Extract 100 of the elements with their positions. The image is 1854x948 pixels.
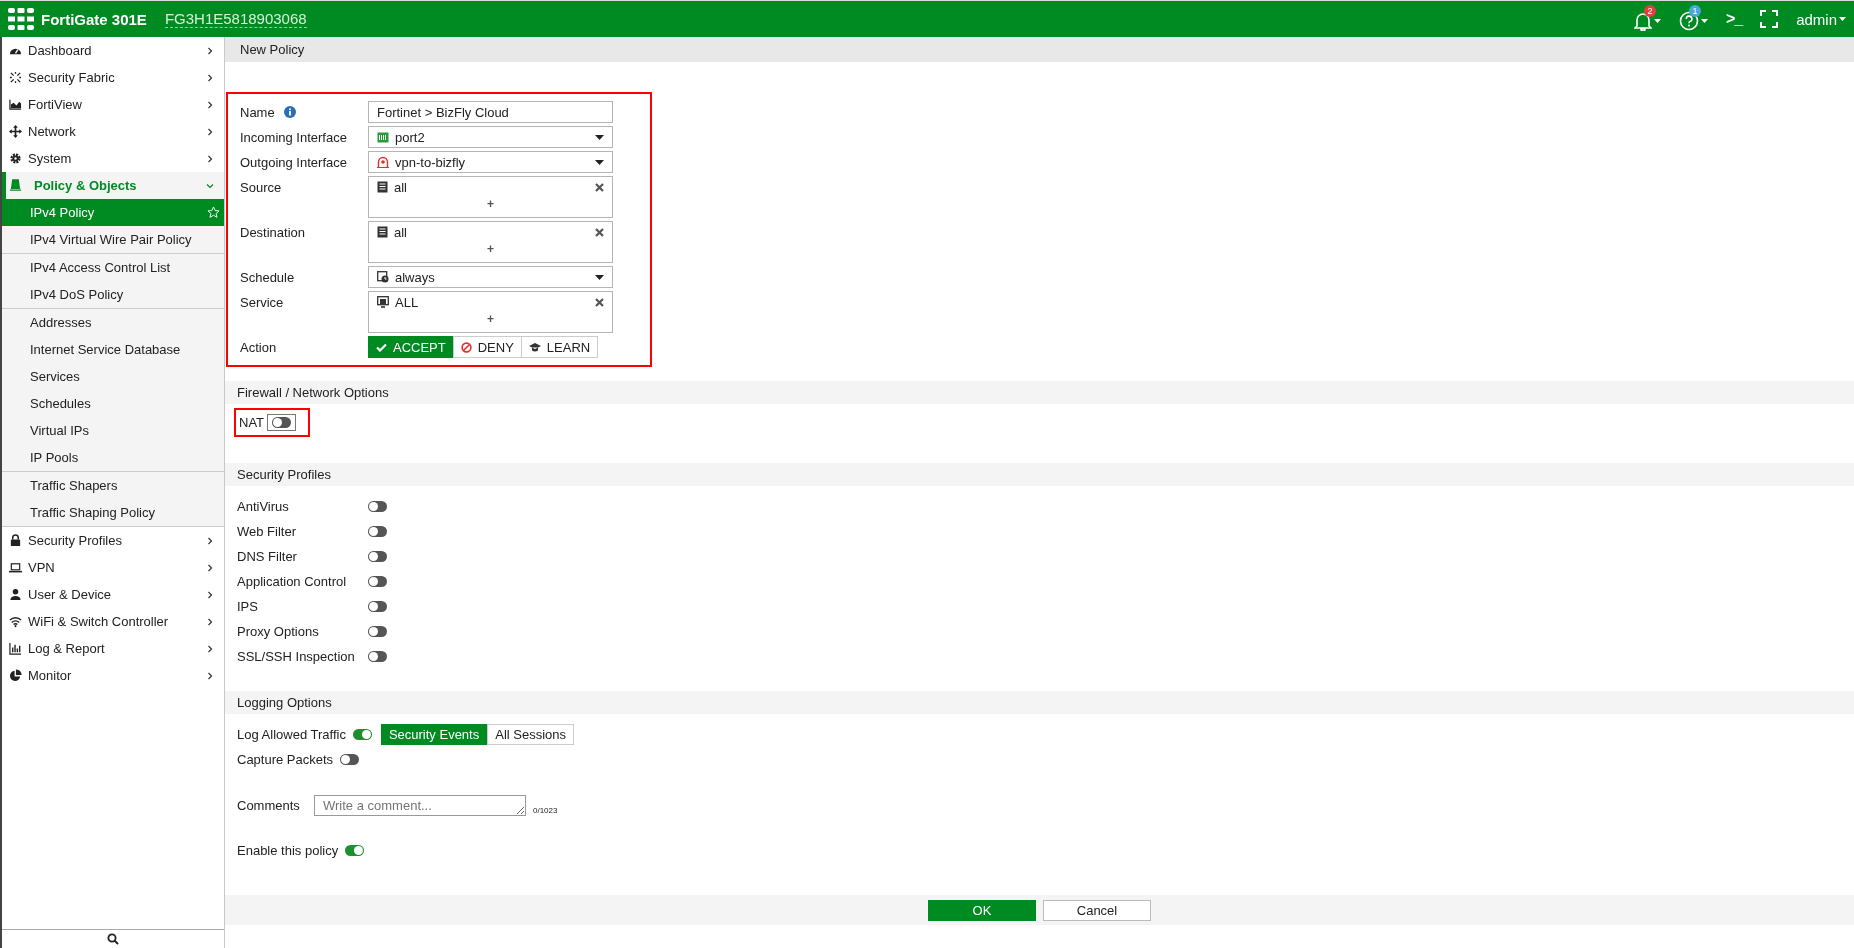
selected-entry: all	[394, 224, 408, 240]
dropdown-field[interactable]: port2	[368, 126, 613, 148]
submenu-item[interactable]: IPv4 Access Control List	[2, 254, 224, 281]
submenu-item[interactable]: IPv4 DoS Policy	[2, 281, 224, 308]
submenu-item[interactable]: Schedules	[2, 390, 224, 417]
field-label: Incoming Interface	[240, 129, 347, 145]
name-input-field[interactable]: Fortinet > BizFly Cloud	[368, 101, 613, 123]
action-option-button[interactable]: DENY	[452, 336, 522, 358]
pie-chart-icon	[9, 669, 22, 682]
star-icon[interactable]	[207, 206, 220, 219]
toggle-switch[interactable]	[368, 526, 387, 537]
submenu-item[interactable]: Traffic Shapers	[2, 472, 224, 499]
toggle-label: Web Filter	[237, 523, 297, 541]
dropdown-field[interactable]: always	[368, 266, 613, 288]
comment-field[interactable]: Write a comment...	[314, 794, 526, 816]
field-label: Name	[240, 104, 275, 120]
log-option-button[interactable]: Security Events	[380, 724, 488, 745]
field-label: Comments	[237, 797, 301, 813]
toggle-switch[interactable]	[368, 651, 387, 662]
log-option-button[interactable]: All Sessions	[487, 724, 575, 745]
sparkle-icon	[9, 71, 22, 84]
toggle-switch[interactable]	[368, 601, 387, 612]
remove-icon[interactable]	[595, 182, 604, 192]
address-list-icon	[377, 226, 388, 238]
sidebar-item[interactable]: Network	[2, 118, 224, 145]
submenu-item[interactable]: Traffic Shaping Policy	[2, 499, 224, 526]
submenu-item[interactable]: IP Pools	[2, 444, 224, 471]
add-entry-button[interactable]: +	[487, 312, 494, 326]
action-option-button[interactable]: ACCEPT	[368, 336, 454, 358]
port-icon	[377, 131, 389, 143]
calendar-clock-icon	[377, 271, 389, 283]
toggle-switch[interactable]	[368, 501, 387, 512]
toggle-switch[interactable]	[340, 754, 360, 765]
sidebar-item[interactable]: Monitor	[2, 662, 224, 689]
action-option-button[interactable]: LEARN	[520, 336, 599, 358]
submenu-item[interactable]: Virtual IPs	[2, 417, 224, 444]
toggle-label: AntiVirus	[237, 498, 290, 516]
submenu-item[interactable]: Internet Service Database	[2, 336, 224, 363]
toggle-switch[interactable]	[368, 576, 387, 587]
toggle-switch[interactable]	[345, 845, 365, 856]
toggle-switch[interactable]	[272, 417, 292, 428]
chevron-icon	[206, 181, 214, 190]
toggle-switch[interactable]	[352, 729, 372, 740]
product-name: FortiGate 301E	[41, 10, 147, 28]
checkmark-icon	[376, 342, 387, 352]
selected-entry: ALL	[395, 294, 420, 310]
area-chart-icon	[9, 98, 22, 111]
field-label: Service	[240, 294, 284, 310]
toggle-switch[interactable]	[368, 626, 387, 637]
chevron-icon	[206, 73, 214, 82]
caret-icon	[1700, 19, 1708, 23]
add-entry-button[interactable]: +	[487, 197, 494, 211]
sidebar-item[interactable]: Security Profiles	[2, 527, 224, 554]
sidebar-item[interactable]: User & Device	[2, 581, 224, 608]
sidebar-item[interactable]: FortiView	[2, 91, 224, 118]
submenu-item[interactable]: IPv4 Virtual Wire Pair Policy	[2, 226, 224, 253]
sidebar-item[interactable]: WiFi & Switch Controller	[2, 608, 224, 635]
graduation-cap-icon	[528, 342, 541, 352]
chevron-icon	[206, 154, 214, 163]
field-label: Source	[240, 179, 282, 195]
ok-button[interactable]: OK	[928, 899, 1036, 921]
submenu-item[interactable]: IPv4 Policy	[2, 199, 224, 226]
sidebar-item[interactable]: System	[2, 145, 224, 172]
page-title: New Policy	[240, 42, 305, 57]
sidebar-item[interactable]: Policy & Objects	[2, 172, 224, 199]
cancel-button[interactable]: Cancel	[1043, 899, 1151, 921]
submenu-item[interactable]: Services	[2, 363, 224, 390]
remove-icon[interactable]	[595, 227, 604, 237]
count-badge: 2	[1643, 5, 1656, 17]
multi-select-field[interactable]: all +	[368, 176, 613, 218]
person-icon	[9, 588, 22, 601]
submenu-item[interactable]: Addresses	[2, 309, 224, 336]
dropdown-field[interactable]: vpn-to-bizfly	[368, 151, 613, 173]
serial-number[interactable]: FG3H1E5818903068	[164, 10, 307, 28]
toggle-label: Enable this policy	[237, 843, 339, 858]
chevron-icon	[206, 127, 214, 136]
add-entry-button[interactable]: +	[487, 242, 494, 256]
fullscreen-icon[interactable]	[1760, 10, 1779, 28]
sidebar-item[interactable]: Log & Report	[2, 635, 224, 662]
toggle-switch[interactable]	[368, 551, 387, 562]
notifications-button[interactable]: 2	[1633, 5, 1661, 33]
sidebar-item[interactable]: VPN	[2, 554, 224, 581]
prohibited-icon	[460, 341, 472, 353]
gear-icon	[9, 152, 22, 165]
section-title: Security Profiles	[237, 467, 331, 482]
sidebar-item[interactable]: Dashboard	[2, 37, 224, 64]
toggle-label: DNS Filter	[237, 548, 298, 566]
console-button[interactable]: >_	[1725, 10, 1743, 28]
user-menu[interactable]: admin	[1796, 10, 1846, 28]
remove-icon[interactable]	[595, 297, 604, 307]
count-badge: 1	[1688, 5, 1701, 17]
multi-select-field[interactable]: all +	[368, 221, 613, 263]
search-icon[interactable]	[107, 933, 119, 945]
caret-icon	[1839, 17, 1846, 21]
multi-select-field[interactable]: ALL +	[368, 291, 613, 333]
chevron-icon	[206, 100, 214, 109]
toggle-label: IPS	[237, 598, 259, 616]
address-list-icon	[377, 181, 388, 193]
sidebar-item[interactable]: Security Fabric	[2, 64, 224, 91]
field-label: Schedule	[240, 269, 295, 285]
